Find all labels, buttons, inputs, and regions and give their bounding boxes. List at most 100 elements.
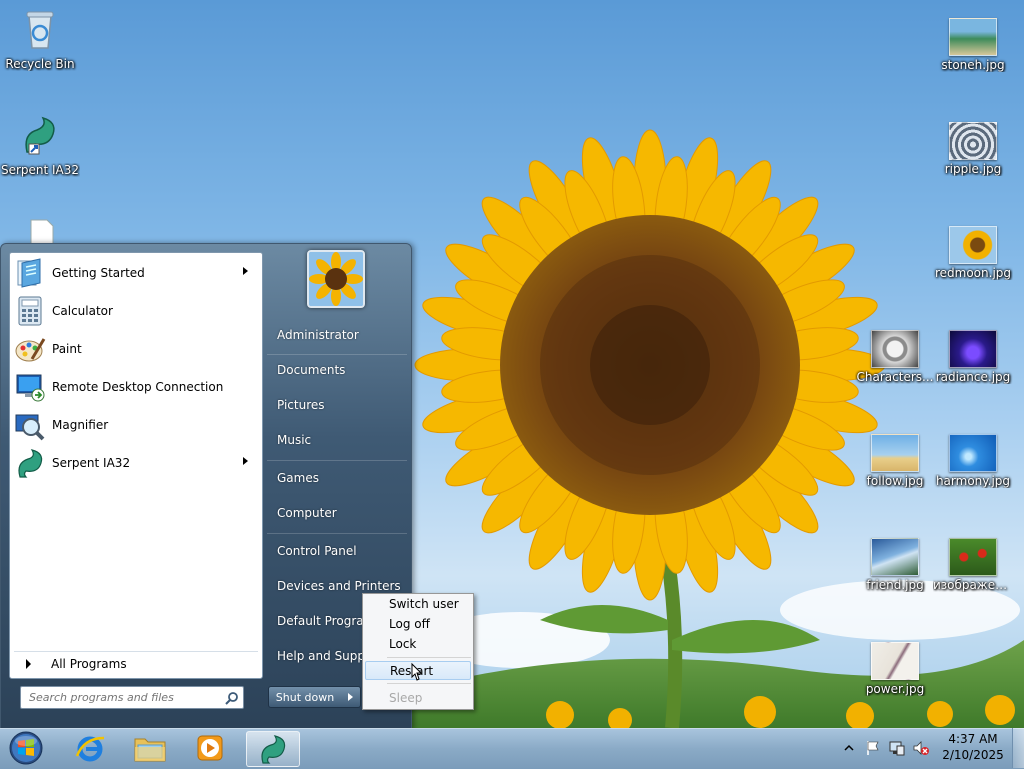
program-serpent[interactable]: Serpent IA32 xyxy=(14,445,258,481)
recycle-bin-icon xyxy=(26,11,54,49)
submenu-arrow-icon[interactable] xyxy=(243,267,248,275)
all-programs-label: All Programs xyxy=(51,657,127,671)
desktop-icon-label: Recycle Bin xyxy=(5,57,75,71)
program-label: Calculator xyxy=(52,304,113,318)
image-thumbnail xyxy=(871,642,919,680)
serpent-icon xyxy=(18,449,43,478)
desktop-icon-label: redmoon.jpg xyxy=(934,266,1012,280)
volume-muted-icon[interactable] xyxy=(912,739,930,757)
desktop-icon-ripple[interactable]: ripple.jpg xyxy=(933,122,1013,176)
program-calculator[interactable]: Calculator xyxy=(14,293,258,329)
desktop-icon-label: follow.jpg xyxy=(866,474,924,488)
serpent-icon xyxy=(261,735,286,764)
search-icon[interactable] xyxy=(225,691,239,705)
desktop-icon-radiance[interactable]: radiance.jpg xyxy=(933,330,1013,384)
image-thumbnail xyxy=(871,538,919,576)
place-games[interactable]: Games xyxy=(267,465,411,491)
desktop-icon-power[interactable]: power.jpg xyxy=(855,642,935,696)
desktop-icon-redmoon[interactable]: redmoon.jpg xyxy=(933,226,1013,280)
user-account-picture[interactable] xyxy=(307,250,365,308)
program-label: Getting Started xyxy=(52,266,145,280)
notification-area xyxy=(842,733,930,763)
start-search-box[interactable] xyxy=(20,686,244,709)
desktop-icon-label: radiance.jpg xyxy=(935,370,1011,384)
menu-item-lock[interactable]: Lock xyxy=(365,634,471,653)
desktop-icon-label: Characters... xyxy=(856,370,934,384)
desktop-icon-label: Serpent IA32 xyxy=(0,163,80,177)
shutdown-options-menu: Switch user Log off Lock Restart Sleep xyxy=(362,593,474,710)
menu-item-switch-user[interactable]: Switch user xyxy=(365,594,471,613)
image-thumbnail xyxy=(949,122,997,160)
start-button[interactable] xyxy=(4,730,48,766)
desktop-icon-label: harmony.jpg xyxy=(935,474,1011,488)
start-menu: Getting Started Calculator Paint Remote … xyxy=(0,243,412,730)
place-control-panel[interactable]: Control Panel xyxy=(267,538,411,564)
taskbar-serpent[interactable] xyxy=(246,731,300,767)
menu-item-sleep: Sleep xyxy=(389,690,423,705)
image-thumbnail xyxy=(949,434,997,472)
taskbar-clock[interactable]: 4:37 AM 2/10/2025 xyxy=(938,731,1008,763)
paint-icon xyxy=(15,338,46,362)
place-pictures[interactable]: Pictures xyxy=(267,392,411,418)
magnifier-icon xyxy=(15,414,45,441)
sunflower-avatar-icon xyxy=(309,252,363,306)
shutdown-options-button[interactable] xyxy=(340,686,361,708)
desktop-icon-izobrazhen[interactable]: изображен... xyxy=(933,538,1013,592)
desktop-icon-label: ripple.jpg xyxy=(944,162,1002,176)
desktop-icon-characters[interactable]: Characters... xyxy=(855,330,935,384)
place-documents[interactable]: Documents xyxy=(267,357,411,383)
desktop-icon-label: изображен... xyxy=(933,578,1013,592)
network-icon[interactable] xyxy=(888,739,906,757)
menu-separator xyxy=(387,657,471,658)
show-desktop-button[interactable] xyxy=(1012,728,1024,768)
windows-explorer-icon xyxy=(134,738,166,762)
program-label: Magnifier xyxy=(52,418,109,432)
chevron-right-icon xyxy=(347,693,353,701)
serpent-icon xyxy=(25,116,55,155)
taskbar-media-player[interactable] xyxy=(184,731,236,765)
places-separator xyxy=(267,354,407,355)
program-label: Serpent IA32 xyxy=(52,456,131,470)
calculator-icon xyxy=(18,296,42,326)
desktop-icon-label: friend.jpg xyxy=(866,578,924,592)
image-thumbnail xyxy=(871,434,919,472)
image-thumbnail xyxy=(871,330,919,368)
desktop-icon-friend[interactable]: friend.jpg xyxy=(855,538,935,592)
taskbar-windows-explorer[interactable] xyxy=(124,731,176,765)
clock-date: 2/10/2025 xyxy=(942,748,1004,762)
places-separator xyxy=(267,460,407,461)
image-thumbnail xyxy=(949,538,997,576)
program-remote-desktop[interactable]: Remote Desktop Connection xyxy=(14,369,258,405)
place-music[interactable]: Music xyxy=(267,427,411,453)
place-computer[interactable]: Computer xyxy=(267,500,411,526)
program-label: Paint xyxy=(52,342,82,356)
program-paint[interactable]: Paint xyxy=(14,331,258,367)
taskbar-internet-explorer[interactable] xyxy=(64,731,116,765)
getting-started-icon xyxy=(17,258,41,288)
desktop-icon-recycle-bin[interactable]: Recycle Bin xyxy=(0,6,80,71)
search-input[interactable] xyxy=(27,690,221,705)
desktop-icon-stoneh[interactable]: stoneh.jpg xyxy=(933,18,1013,72)
desktop-icon-follow[interactable]: follow.jpg xyxy=(855,434,935,488)
places-separator xyxy=(267,533,407,534)
place-administrator[interactable]: Administrator xyxy=(267,322,411,348)
desktop-icon-label: stoneh.jpg xyxy=(941,58,1005,72)
image-thumbnail xyxy=(949,226,997,264)
menu-separator xyxy=(387,683,471,684)
image-thumbnail xyxy=(949,18,997,56)
menu-item-log-off[interactable]: Log off xyxy=(365,614,471,633)
desktop-icon-serpent[interactable]: Serpent IA32 xyxy=(0,112,80,177)
all-programs-arrow-icon xyxy=(26,659,31,669)
all-programs-button[interactable]: All Programs xyxy=(14,651,258,676)
program-label: Remote Desktop Connection xyxy=(52,380,224,394)
show-hidden-icons-icon[interactable] xyxy=(842,741,856,755)
desktop-icon-harmony[interactable]: harmony.jpg xyxy=(933,434,1013,488)
submenu-arrow-icon[interactable] xyxy=(243,457,248,465)
shutdown-button[interactable]: Shut down xyxy=(268,686,342,708)
mouse-cursor-icon xyxy=(411,662,423,681)
program-magnifier[interactable]: Magnifier xyxy=(14,407,258,443)
image-thumbnail xyxy=(949,330,997,368)
media-player-icon xyxy=(197,735,223,761)
action-center-flag-icon[interactable] xyxy=(864,739,882,757)
program-getting-started[interactable]: Getting Started xyxy=(14,255,258,291)
